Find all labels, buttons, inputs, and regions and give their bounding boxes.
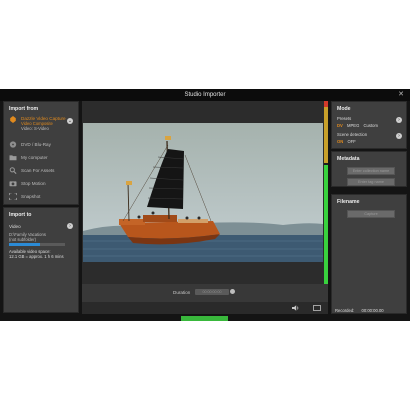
- camera-icon: [9, 181, 17, 187]
- duration-label: Duration: [173, 290, 191, 295]
- chevron-right-icon[interactable]: ›: [67, 223, 73, 229]
- recorded-status: Recorded: 00:00:00.00: [335, 308, 384, 313]
- window-title: Studio Importer: [184, 92, 226, 98]
- chevron-right-icon[interactable]: ›: [396, 117, 402, 123]
- source-label-stopmotion: Stop Motion: [21, 181, 46, 186]
- source-item-computer[interactable]: My computer: [9, 154, 48, 161]
- import-path-sub: (not subfolder): [9, 237, 36, 242]
- source-label-computer: My computer: [21, 155, 48, 160]
- volume-icon[interactable]: [292, 305, 299, 311]
- dazzle-capture-icon: [10, 116, 16, 123]
- source-item-dazzle[interactable]: Dazzle Video Capture Video Composite Vid…: [9, 116, 66, 131]
- chevron-right-icon[interactable]: ›: [396, 133, 402, 139]
- recorded-value: 00:00:00.00: [361, 308, 384, 313]
- filename-panel: Filename Capture: [331, 194, 407, 314]
- level-fill: [324, 165, 328, 284]
- level-yellow: [324, 107, 328, 163]
- studio-importer-window: Studio Importer ✕ Import from Dazzle Vid…: [0, 89, 410, 321]
- scene-on[interactable]: ON: [337, 139, 343, 144]
- source-item-dvd[interactable]: DVD / Blu-Ray: [9, 141, 51, 148]
- space-meter: [9, 243, 65, 246]
- fullscreen-icon[interactable]: [313, 305, 321, 311]
- tag-name-field[interactable]: Enter tag name: [347, 178, 395, 186]
- presets-label: Presets: [337, 116, 352, 121]
- duration-clear-icon[interactable]: [230, 289, 235, 294]
- disc-icon: [9, 141, 17, 148]
- preview-area: Duration 00:00:00:00: [82, 101, 328, 314]
- recorded-label: Recorded:: [335, 308, 355, 313]
- preset-dv[interactable]: DV: [337, 123, 343, 128]
- duration-field[interactable]: 00:00:00:00: [195, 289, 229, 295]
- metadata-heading: Metadata: [337, 156, 360, 162]
- close-icon[interactable]: ✕: [398, 89, 404, 101]
- space-meter-fill: [9, 243, 40, 246]
- preset-mpeg[interactable]: MPEG: [347, 123, 359, 128]
- import-to-heading: Import to: [9, 212, 32, 218]
- scene-detection-options: ON OFF: [337, 139, 356, 144]
- import-to-panel: Import to Video › D:\Family Vacations (n…: [3, 207, 79, 313]
- mode-heading: Mode: [337, 106, 351, 112]
- title-bar: Studio Importer ✕: [0, 89, 410, 101]
- source-item-scan[interactable]: Scan For Assets: [9, 167, 54, 174]
- capture-button[interactable]: [181, 316, 228, 321]
- import-from-panel: Import from Dazzle Video Capture Video C…: [3, 101, 79, 205]
- magnifier-icon: [9, 167, 17, 174]
- video-preview: [83, 123, 323, 262]
- chevron-down-icon[interactable]: ⌄: [67, 118, 73, 124]
- space-value: 12.1 GB = approx. 1 h 6 mins: [9, 254, 64, 259]
- mode-panel: Mode Presets › DV MPEG Custom Scene dete…: [331, 101, 407, 149]
- presets-options: DV MPEG Custom: [337, 123, 378, 128]
- source-item-snapshot[interactable]: Snapshot: [9, 193, 40, 200]
- video-label: Video: [9, 224, 21, 229]
- source-label-scan: Scan For Assets: [21, 168, 55, 173]
- source-item-stopmotion[interactable]: Stop Motion: [9, 180, 46, 187]
- filename-heading: Filename: [337, 199, 360, 205]
- import-from-heading: Import from: [9, 106, 39, 112]
- scene-detection-label: Scene detection: [337, 132, 368, 137]
- control-bar: [82, 302, 328, 314]
- snapshot-icon: [9, 193, 17, 200]
- preset-custom[interactable]: Custom: [364, 123, 378, 128]
- transport-bar: Duration 00:00:00:00: [82, 284, 328, 302]
- source-label-dvd: DVD / Blu-Ray: [21, 142, 51, 147]
- audio-level-meter: [324, 101, 328, 284]
- source-label-snapshot: Snapshot: [21, 194, 41, 199]
- folder-icon: [9, 155, 17, 161]
- scene-off[interactable]: OFF: [347, 139, 355, 144]
- metadata-panel: Metadata Enter collection name Enter tag…: [331, 151, 407, 187]
- filename-field[interactable]: Capture: [347, 210, 395, 218]
- collection-name-field[interactable]: Enter collection name: [347, 167, 395, 175]
- source-sub-svideo: Video: S-Video: [21, 126, 49, 131]
